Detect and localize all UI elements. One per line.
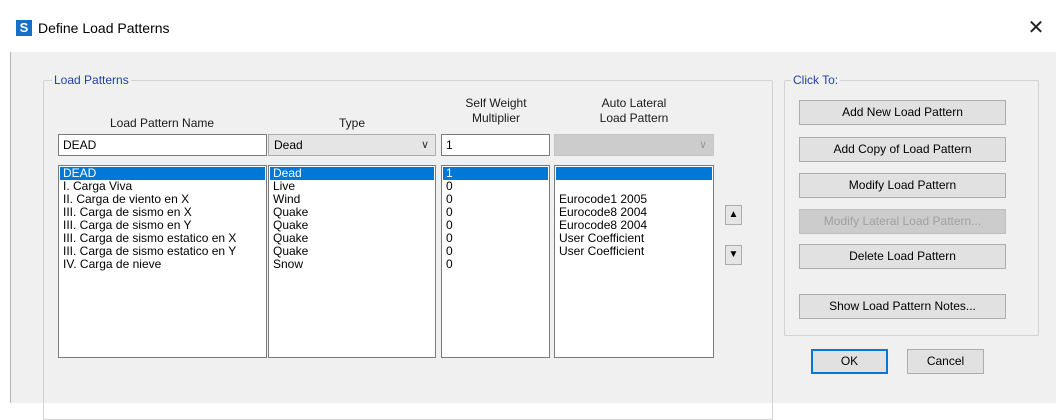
header-multiplier-line2: Multiplier bbox=[471, 111, 520, 125]
type-select[interactable]: Dead ∨ bbox=[268, 134, 436, 156]
auto-lateral-cell[interactable]: User Coefficient bbox=[556, 245, 712, 258]
load-pattern-name-input[interactable]: DEAD bbox=[58, 134, 267, 156]
name-cell[interactable]: IV. Carga de nieve bbox=[60, 258, 265, 271]
multiplier-cell[interactable]: 0 bbox=[443, 193, 548, 206]
type-select-value: Dead bbox=[274, 138, 303, 152]
header-auto-lateral: Auto Lateral Load Pattern bbox=[554, 96, 714, 126]
ok-button[interactable]: OK bbox=[811, 349, 888, 374]
header-type: Type bbox=[338, 116, 365, 130]
delete-load-pattern-button[interactable]: Delete Load Pattern bbox=[799, 244, 1006, 269]
auto-lateral-select: ∨ bbox=[554, 134, 714, 156]
click-to-group-label: Click To: bbox=[791, 73, 841, 87]
multiplier-cell[interactable]: 0 bbox=[443, 219, 548, 232]
multiplier-cell[interactable]: 0 bbox=[443, 232, 548, 245]
add-new-load-pattern-button[interactable]: Add New Load Pattern bbox=[799, 100, 1006, 125]
close-icon[interactable]: ✕ bbox=[1024, 18, 1048, 38]
header-auto-lateral-line2: Load Pattern bbox=[599, 111, 669, 125]
arrow-down-icon: ▼ bbox=[728, 249, 739, 260]
multiplier-list[interactable]: 10000000 bbox=[441, 165, 550, 358]
auto-lateral-cell[interactable] bbox=[556, 167, 712, 180]
move-up-button[interactable]: ▲ bbox=[725, 205, 742, 225]
cancel-button[interactable]: Cancel bbox=[907, 349, 984, 374]
multiplier-cell[interactable]: 0 bbox=[443, 206, 548, 219]
chevron-down-icon: ∨ bbox=[698, 139, 707, 151]
header-load-pattern-name: Load Pattern Name bbox=[109, 116, 215, 130]
chevron-down-icon: ∨ bbox=[420, 139, 429, 151]
window-title: Define Load Patterns bbox=[38, 20, 170, 36]
modify-load-pattern-button[interactable]: Modify Load Pattern bbox=[799, 173, 1006, 198]
show-load-pattern-notes-button[interactable]: Show Load Pattern Notes... bbox=[799, 294, 1006, 319]
load-pattern-name-list[interactable]: DEAD I. Carga Viva II. Carga de viento en … bbox=[58, 165, 267, 358]
modify-lateral-load-pattern-button: Modify Lateral Load Pattern... bbox=[799, 209, 1006, 234]
load-patterns-group-label: Load Patterns bbox=[52, 73, 131, 87]
type-list[interactable]: Dead Live Wind Quake Quake Quake Quake Snow bbox=[268, 165, 436, 358]
move-down-button[interactable]: ▼ bbox=[725, 245, 742, 265]
title-bar: S Define Load Patterns ✕ bbox=[0, 0, 1056, 52]
header-auto-lateral-line1: Auto Lateral bbox=[601, 96, 667, 110]
self-weight-multiplier-input[interactable]: 1 bbox=[441, 134, 550, 156]
multiplier-cell[interactable]: 0 bbox=[443, 180, 548, 193]
add-copy-load-pattern-button[interactable]: Add Copy of Load Pattern bbox=[799, 137, 1006, 162]
header-self-weight-multiplier: Self Weight Multiplier bbox=[441, 96, 551, 126]
multiplier-cell[interactable]: 1 bbox=[443, 167, 548, 180]
dialog-body: Load Patterns Load Pattern Name Type Sel… bbox=[10, 52, 1056, 420]
app-icon: S bbox=[16, 20, 32, 36]
arrow-up-icon: ▲ bbox=[728, 209, 739, 220]
multiplier-cell[interactable]: 0 bbox=[443, 245, 548, 258]
multiplier-cell[interactable]: 0 bbox=[443, 258, 548, 271]
auto-lateral-cell[interactable] bbox=[556, 258, 712, 271]
type-cell[interactable]: Snow bbox=[270, 258, 434, 271]
auto-lateral-list[interactable]: Eurocode1 2005 Eurocode8 2004 Eurocode8 20… bbox=[554, 165, 714, 358]
header-multiplier-line1: Self Weight bbox=[465, 96, 527, 110]
